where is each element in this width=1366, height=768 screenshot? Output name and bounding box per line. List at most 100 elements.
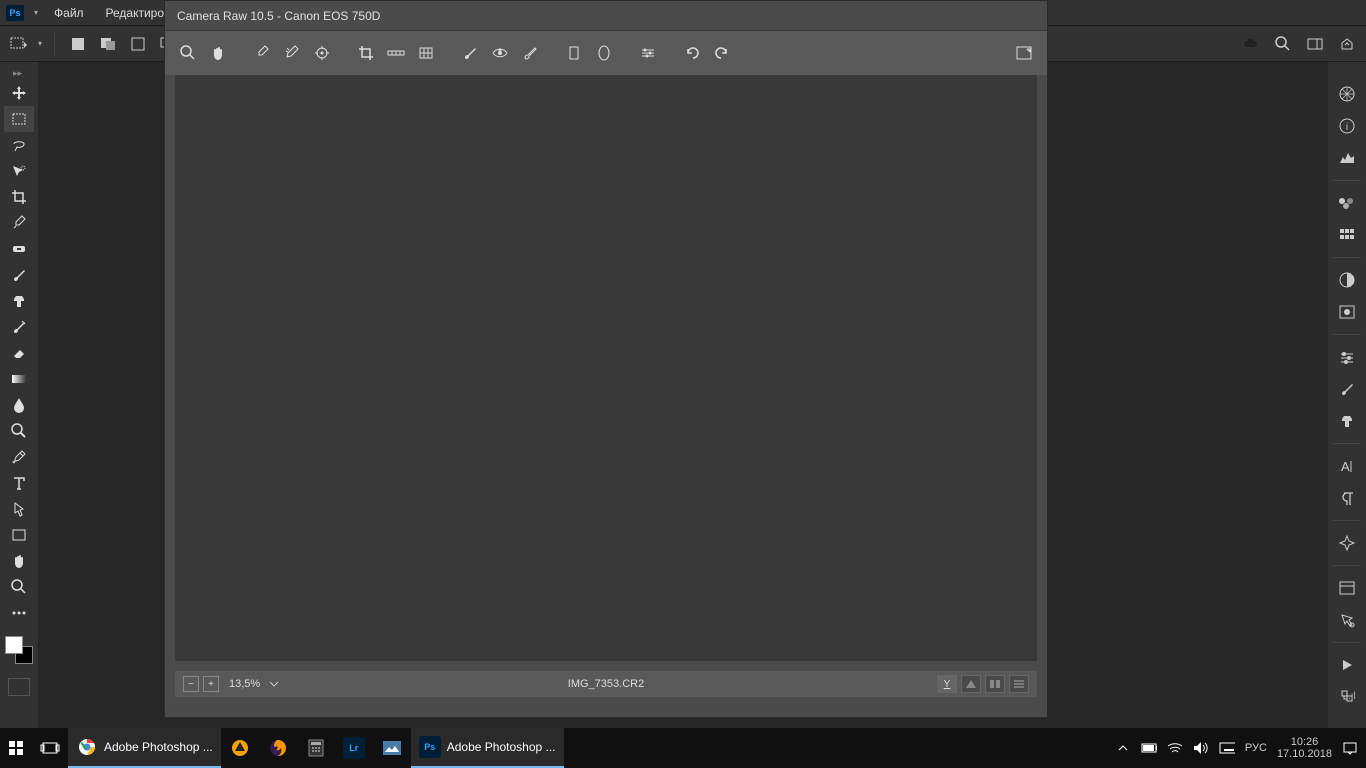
crop-tool-icon[interactable]	[4, 184, 34, 210]
marquee-tool-icon[interactable]	[4, 106, 34, 132]
clone-tool-icon[interactable]	[4, 288, 34, 314]
start-button[interactable]	[0, 728, 32, 768]
move-tool-icon[interactable]	[4, 80, 34, 106]
taskbar-photoshop[interactable]: Ps Adobe Photoshop ...	[411, 728, 564, 768]
cr-radial-filter-icon[interactable]	[591, 40, 617, 66]
cr-adjustment-brush-icon[interactable]	[517, 40, 543, 66]
tray-up-icon[interactable]	[1115, 740, 1131, 756]
cr-red-eye-icon[interactable]	[487, 40, 513, 66]
new-selection-icon[interactable]	[67, 33, 89, 55]
marquee-options-icon[interactable]	[8, 33, 30, 55]
wifi-icon[interactable]	[1167, 740, 1183, 756]
eyedropper-tool-icon[interactable]	[4, 210, 34, 236]
taskbar-chrome[interactable]: Adobe Photoshop ...	[68, 728, 221, 768]
histogram-icon[interactable]	[1333, 146, 1361, 170]
pen-tool-icon[interactable]	[4, 444, 34, 470]
cr-preferences-icon[interactable]	[635, 40, 661, 66]
settings-icon[interactable]	[1009, 675, 1029, 693]
firefox-icon	[267, 737, 289, 759]
cr-crop-icon[interactable]	[353, 40, 379, 66]
eraser-tool-icon[interactable]	[4, 340, 34, 366]
cloud-icon[interactable]	[1240, 33, 1262, 55]
styles-icon[interactable]	[1333, 223, 1361, 247]
task-view-button[interactable]	[32, 728, 68, 768]
ps-logo-icon: Ps	[6, 5, 24, 21]
rectangle-tool-icon[interactable]	[4, 522, 34, 548]
shadow-clip-icon[interactable]	[961, 675, 981, 693]
gallery-icon	[381, 737, 403, 759]
cr-rotate-right-icon[interactable]	[709, 40, 735, 66]
add-selection-icon[interactable]	[97, 33, 119, 55]
cr-white-balance-icon[interactable]	[249, 40, 275, 66]
actions-icon[interactable]	[1333, 653, 1361, 677]
cr-zoom-tool-icon[interactable]	[175, 40, 201, 66]
taskbar-lightroom[interactable]: Lr	[335, 728, 373, 768]
navigator-icon[interactable]	[1333, 531, 1361, 555]
taskbar-aimp[interactable]	[221, 728, 259, 768]
cr-graduated-filter-icon[interactable]	[561, 40, 587, 66]
mask-icon[interactable]	[1333, 300, 1361, 324]
foreground-color-swatch[interactable]	[5, 636, 23, 654]
hand-tool-icon[interactable]	[4, 548, 34, 574]
lasso-tool-icon[interactable]	[4, 132, 34, 158]
cr-spot-removal-icon[interactable]	[457, 40, 483, 66]
adjustments-icon[interactable]	[1333, 268, 1361, 292]
subtract-selection-icon[interactable]	[127, 33, 149, 55]
healing-tool-icon[interactable]	[4, 236, 34, 262]
brush-tool-icon[interactable]	[4, 262, 34, 288]
collapse-icon[interactable]: .ıl	[1348, 691, 1362, 703]
volume-icon[interactable]	[1193, 740, 1209, 756]
cr-target-adjust-icon[interactable]	[309, 40, 335, 66]
quick-select-tool-icon[interactable]	[4, 158, 34, 184]
cr-hand-tool-icon[interactable]	[205, 40, 231, 66]
brushes-icon[interactable]	[1333, 345, 1361, 369]
more-tools-icon[interactable]	[4, 600, 34, 626]
color-swatches[interactable]	[5, 636, 33, 664]
cr-color-sampler-icon[interactable]	[279, 40, 305, 66]
highlight-clip-icon[interactable]	[985, 675, 1005, 693]
search-icon[interactable]	[1272, 33, 1294, 55]
cr-transform-icon[interactable]	[413, 40, 439, 66]
taskbar-firefox[interactable]	[259, 728, 297, 768]
dropdown-icon[interactable]: ▾	[34, 8, 38, 17]
taskbar-calculator[interactable]	[297, 728, 335, 768]
path-select-tool-icon[interactable]	[4, 496, 34, 522]
dodge-tool-icon[interactable]	[4, 418, 34, 444]
preview-toggle-button[interactable]: Y	[937, 675, 957, 693]
workspace-icon[interactable]	[1304, 33, 1326, 55]
zoom-in-button[interactable]: +	[203, 676, 219, 692]
notifications-icon[interactable]	[1342, 740, 1358, 756]
separator	[1333, 443, 1361, 444]
info-icon[interactable]: i	[1333, 114, 1361, 138]
options-icon[interactable]	[1333, 576, 1361, 600]
blur-tool-icon[interactable]	[4, 392, 34, 418]
collapse-icon[interactable]: ▸▸	[13, 68, 25, 76]
battery-icon[interactable]	[1141, 740, 1157, 756]
keyboard-icon[interactable]	[1219, 740, 1235, 756]
tool-presets-icon[interactable]	[1333, 608, 1361, 632]
time-label: 10:26	[1277, 736, 1332, 748]
taskbar-gallery[interactable]	[373, 728, 411, 768]
type-tool-icon[interactable]	[4, 470, 34, 496]
color-wheel-icon[interactable]	[1333, 82, 1361, 106]
gradient-tool-icon[interactable]	[4, 366, 34, 392]
camera-raw-canvas[interactable]	[175, 75, 1037, 661]
cr-straighten-icon[interactable]	[383, 40, 409, 66]
language-indicator[interactable]: РУС	[1245, 742, 1267, 754]
character-icon[interactable]: A	[1333, 454, 1361, 478]
share-icon[interactable]	[1336, 33, 1358, 55]
cr-rotate-left-icon[interactable]	[679, 40, 705, 66]
clock[interactable]: 10:26 17.10.2018	[1277, 736, 1332, 760]
dropdown-icon[interactable]: ▾	[38, 39, 42, 48]
history-brush-tool-icon[interactable]	[4, 314, 34, 340]
swatches-icon[interactable]	[1333, 191, 1361, 215]
cr-fullscreen-icon[interactable]	[1011, 40, 1037, 66]
zoom-tool-icon[interactable]	[4, 574, 34, 600]
quick-mask-icon[interactable]	[8, 678, 30, 696]
clone-source-icon[interactable]	[1333, 409, 1361, 433]
brush-settings-icon[interactable]	[1333, 377, 1361, 401]
menu-file[interactable]: Файл	[48, 4, 90, 22]
paragraph-icon[interactable]	[1333, 486, 1361, 510]
zoom-out-button[interactable]: −	[183, 676, 199, 692]
zoom-dropdown-icon[interactable]	[266, 677, 282, 691]
